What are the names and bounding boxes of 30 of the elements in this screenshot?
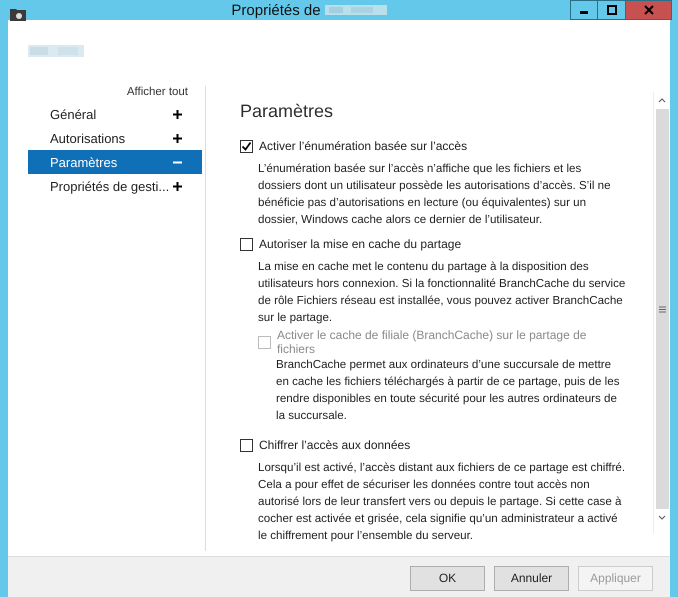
- checkbox-option[interactable]: Activer l’énumération basée sur l’accès: [240, 138, 627, 154]
- dialog-button[interactable]: OK: [410, 566, 485, 590]
- checkbox-option[interactable]: Chiffrer l’accès aux données: [240, 437, 627, 453]
- sidebar-item[interactable]: Général: [28, 102, 202, 126]
- close-button[interactable]: [626, 0, 672, 20]
- folder-icon: [10, 7, 26, 21]
- blurred-name-drawing: [28, 44, 84, 58]
- scroll-up-icon: [658, 98, 666, 103]
- minimize-button[interactable]: [570, 0, 598, 20]
- expand-icon: [173, 182, 182, 190]
- sidebar-item[interactable]: Paramètres: [28, 150, 202, 174]
- option-description: BranchCache permet aux ordinateurs d’une succursale de mettre en cache les fichiers téléchargés à partir de ce partage, puis de les rendre disponibles en toute sécurité pour les autres ordinateurs de la succursale.: [276, 357, 620, 424]
- checkmark-icon: [241, 140, 252, 152]
- scroll-down-icon: [658, 515, 666, 520]
- expand-icon: [173, 134, 182, 142]
- expand-icon: [173, 110, 182, 118]
- section-title: Paramètres: [240, 101, 334, 122]
- close-icon: [644, 5, 654, 15]
- sidebar-item[interactable]: Propriétés de gesti...: [28, 174, 202, 198]
- grip-icon: [658, 306, 666, 312]
- maximize-icon: [606, 5, 616, 15]
- option-description: La mise en cache met le contenu du partage à la disposition des utilisateurs hors connexion. Si la fonctionnalité BranchCache du service de rôle Fichiers réseau est installée, vous pouvez activer BranchCache sur le partage.: [258, 259, 626, 326]
- dialog-button[interactable]: Annuler: [494, 566, 569, 590]
- option-description: L’énumération basée sur l’accès n’affiche que les fichiers et les dossiers dont un utilisateur possède les autorisations d’accès. S’il ne bénéficie pas d’autorisations en lecture (ou équivalentes) sur un dossier, Windows cache alors ce dernier de l’utilisateur.: [258, 161, 612, 228]
- checkbox-option[interactable]: Autoriser la mise en cache du partage: [240, 236, 627, 252]
- blurred-name-drawing: [324, 4, 387, 16]
- sidebar-item[interactable]: Autorisations: [28, 126, 202, 150]
- option-description: Lorsqu’il est activé, l’accès distant aux fichiers de ce partage est chiffré. Cela a pour effet de sécuriser les données contre tout accès non autorisé lors de leur transfert vers ou depuis le partage. Si cette case à cocher est activée et grisée, cela signifie qu’un administrateur a activé le chiffrement pour l’ensemble du serveur.: [258, 460, 626, 544]
- window-title: Propriétés de: [231, 2, 321, 18]
- show-all-link[interactable]: Afficher tout: [126, 86, 188, 98]
